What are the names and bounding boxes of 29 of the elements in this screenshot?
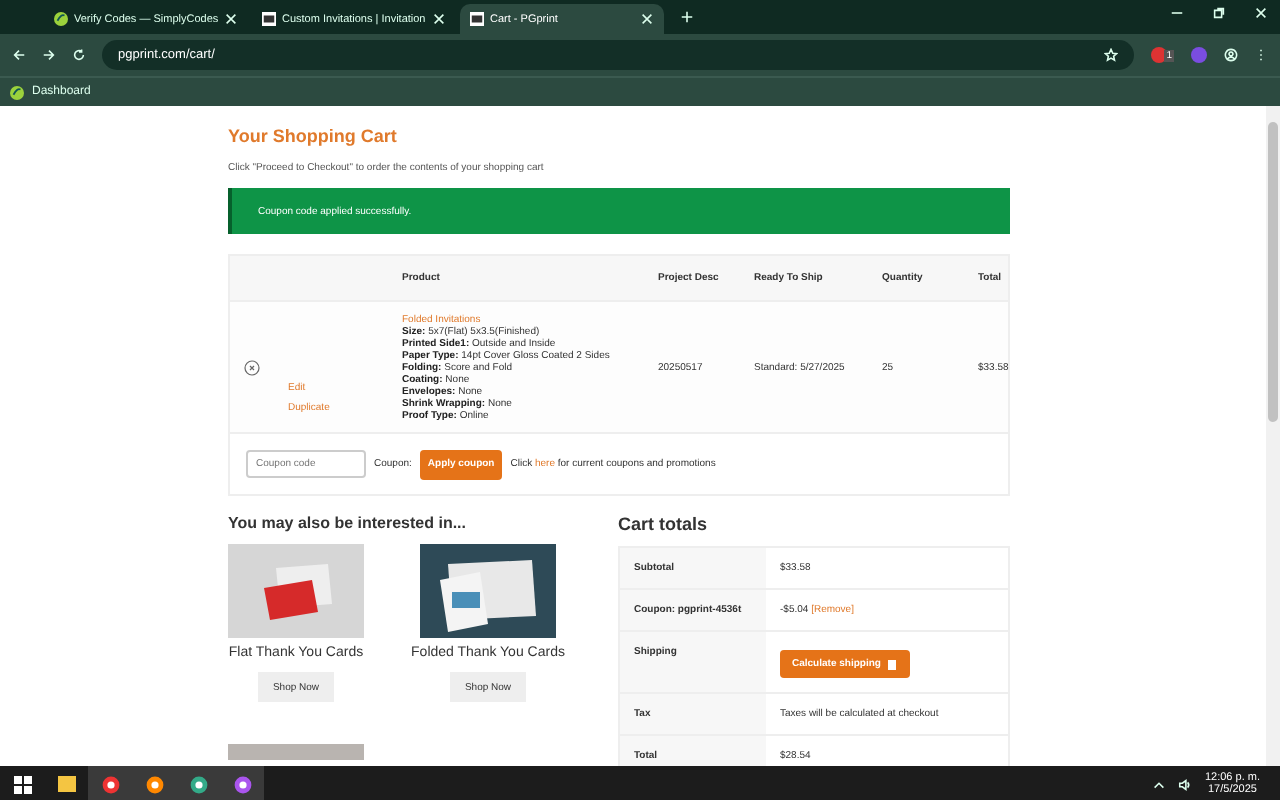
restore-icon[interactable] xyxy=(1212,6,1226,20)
close-icon[interactable] xyxy=(1254,6,1268,20)
pg-logo-icon xyxy=(470,12,484,26)
reload-icon[interactable] xyxy=(72,48,86,62)
remove-icon[interactable] xyxy=(244,359,260,375)
new-tab-icon[interactable] xyxy=(680,10,694,24)
folded-card-photo xyxy=(420,544,556,638)
menu-icon[interactable] xyxy=(1254,48,1268,62)
browser-app-icon[interactable] xyxy=(88,766,132,800)
leaf-logo-icon xyxy=(54,12,68,26)
forward-icon[interactable] xyxy=(42,48,56,62)
leaf-logo-icon xyxy=(10,85,24,99)
back-icon[interactable] xyxy=(12,48,26,62)
thank-you-card-photo xyxy=(228,544,364,638)
browser-app-icon[interactable] xyxy=(220,766,264,800)
close-icon[interactable] xyxy=(432,12,446,26)
page-title: Your Shopping Cart xyxy=(228,126,399,146)
scrollbar[interactable] xyxy=(1266,106,1280,766)
profile-icon[interactable] xyxy=(1224,48,1238,62)
section-heading: Cart totals xyxy=(618,514,710,534)
pg-logo-icon xyxy=(262,12,276,26)
star-icon[interactable] xyxy=(1104,48,1119,62)
chevron-up-icon[interactable] xyxy=(1152,777,1167,791)
close-icon[interactable] xyxy=(224,12,239,26)
speaker-icon[interactable] xyxy=(1178,777,1193,791)
photo-placeholder xyxy=(228,744,364,760)
close-icon[interactable] xyxy=(640,12,654,26)
minimize-icon[interactable] xyxy=(1170,6,1184,20)
section-heading: You may also be interested in... xyxy=(228,514,468,532)
